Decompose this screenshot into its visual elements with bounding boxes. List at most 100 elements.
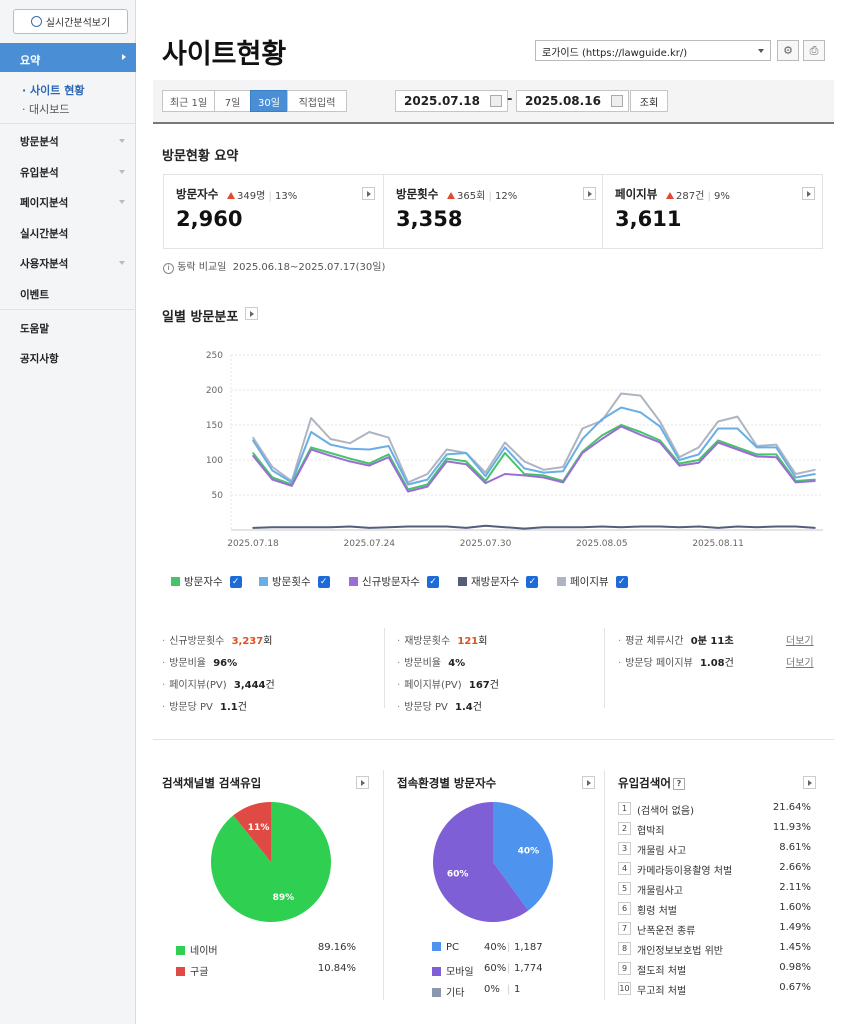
keyword-row[interactable]: 8 개인정보보호법 위반 1.45% [618, 940, 811, 960]
legend-item[interactable]: 신규방문자수 ✓ [349, 574, 439, 589]
keyword-row[interactable]: 3 개물림 사고 8.61% [618, 840, 811, 860]
summary-cards: 방문자수 349명 | 13% 2,960 방문횟수 365회 | 12% 3,… [163, 174, 823, 249]
data-point [814, 469, 816, 471]
more-link[interactable]: 더보기 [786, 654, 814, 669]
divider [383, 770, 384, 1000]
data-point [794, 481, 797, 484]
legend-checkbox[interactable]: ✓ [615, 575, 628, 588]
data-point [775, 446, 778, 449]
detail-arrow-button[interactable] [356, 776, 369, 789]
legend-item[interactable]: 페이지뷰 ✓ [557, 574, 628, 589]
sidebar-item-page-analysis[interactable]: 페이지분석 [20, 195, 68, 210]
legend-item[interactable]: 방문횟수 ✓ [259, 574, 330, 589]
chevron-down-icon [758, 49, 764, 53]
calendar-icon[interactable] [611, 95, 623, 107]
range-custom-button[interactable]: 직접입력 [287, 90, 347, 112]
start-date-input[interactable]: 2025.07.18 [395, 90, 508, 112]
detail-arrow-button[interactable] [582, 776, 595, 789]
end-date-input[interactable]: 2025.08.16 [516, 90, 629, 112]
keyword-row[interactable]: 5 개물림사고 2.11% [618, 880, 811, 900]
end-date-value: 2025.08.16 [525, 94, 601, 108]
keyword-row[interactable]: 2 협박죄 11.93% [618, 820, 811, 840]
detail-arrow-button[interactable] [802, 187, 815, 200]
search-channel-pie: 89% 11% [211, 802, 331, 922]
stat-value: 0분 11초 [690, 636, 734, 647]
calendar-icon[interactable] [490, 95, 502, 107]
sidebar-item-realtime-analysis[interactable]: 실시간분석 [20, 226, 68, 241]
legend-percent: 40% [484, 942, 507, 953]
x-tick-label: 2025.08.11 [692, 539, 744, 549]
legend-label: 네이버 [190, 946, 218, 957]
sidebar-item-notices[interactable]: 공지사항 [20, 351, 59, 366]
bullet: · [618, 658, 622, 669]
sidebar-sub-site-status[interactable]: · 사이트 현황 [22, 82, 84, 98]
data-point [620, 392, 623, 395]
keyword-row[interactable]: 9 절도죄 처벌 0.98% [618, 960, 811, 980]
data-point [407, 490, 409, 493]
data-point [310, 417, 312, 419]
keyword-percent: 0.98% [779, 962, 811, 973]
sidebar-item-user-analysis[interactable]: 사용자분석 [20, 256, 68, 271]
summary-title: 방문현황 요약 [162, 149, 239, 164]
sidebar-item-summary[interactable]: 요약 [0, 43, 136, 72]
bullet: · [397, 702, 401, 713]
site-select[interactable]: 로가이드 (https://lawguide.kr/) [535, 40, 771, 61]
detail-arrow-button[interactable] [245, 307, 258, 320]
keyword-row[interactable]: 6 횡령 처벌 1.60% [618, 900, 811, 920]
search-button[interactable]: 조회 [630, 90, 668, 112]
keyword-row[interactable]: 7 난폭운전 종류 1.49% [618, 920, 811, 940]
realtime-analysis-button[interactable]: 실시간분석보기 [13, 9, 128, 34]
x-tick-label: 2025.08.05 [576, 539, 628, 549]
more-link[interactable]: 더보기 [786, 632, 814, 647]
keyword-rank: 9 [618, 962, 631, 975]
legend-checkbox[interactable]: ✓ [229, 575, 242, 588]
detail-arrow-button[interactable] [803, 776, 816, 789]
data-point [349, 442, 351, 444]
data-point [271, 466, 274, 468]
legend-checkbox[interactable]: ✓ [317, 575, 330, 588]
sidebar-item-visit-analysis[interactable]: 방문분석 [20, 134, 59, 149]
detail-arrow-button[interactable] [583, 187, 596, 200]
print-button[interactable]: ⎙ [803, 40, 825, 61]
bullet: · [162, 636, 166, 647]
sidebar-item-events[interactable]: 이벤트 [20, 287, 49, 302]
data-point [368, 464, 371, 467]
data-point [678, 526, 681, 528]
y-tick-label: 250 [206, 351, 223, 361]
keyword-percent: 2.11% [779, 882, 811, 893]
sidebar-sub-dashboard[interactable]: · 대시보드 [22, 101, 69, 117]
legend-row: PC 40% | 1,187 [432, 942, 562, 953]
range-1day-button[interactable]: 최근 1일 [162, 90, 215, 112]
data-point [523, 467, 526, 470]
printer-icon: ⎙ [809, 43, 819, 57]
range-7days-button[interactable]: 7일 [214, 90, 251, 112]
card-label: 방문자수 [176, 187, 219, 201]
data-point [290, 526, 293, 528]
data-point [581, 526, 584, 528]
sidebar-item-help[interactable]: 도움말 [20, 321, 49, 336]
sidebar-item-label: 요약 [20, 54, 41, 67]
legend-item[interactable]: 방문자수 ✓ [171, 574, 242, 589]
legend-row: 기타 0% | 1 [432, 984, 562, 999]
data-point [523, 460, 526, 463]
data-point [736, 525, 739, 528]
help-icon[interactable]: ? [672, 778, 685, 790]
stat-item: · 방문당 PV 1.1건 [162, 698, 247, 713]
keyword-row[interactable]: 4 카메라등이용촬영 처벌 2.66% [618, 860, 811, 880]
keyword-row[interactable]: 1 (검색어 없음) 21.64% [618, 800, 811, 820]
data-point [736, 448, 739, 451]
sidebar-item-inflow-analysis[interactable]: 유입분석 [20, 165, 59, 180]
data-point [794, 525, 797, 528]
data-point [659, 525, 661, 528]
stat-label: 페이지뷰(PV) [169, 680, 227, 691]
detail-arrow-button[interactable] [362, 187, 375, 200]
data-point [407, 525, 409, 528]
settings-button[interactable]: ⚙ [777, 40, 799, 61]
legend-item[interactable]: 재방문자수 ✓ [458, 574, 539, 589]
legend-checkbox[interactable]: ✓ [426, 575, 439, 588]
data-point [368, 431, 371, 433]
legend-checkbox[interactable]: ✓ [526, 575, 539, 588]
keyword-row[interactable]: 10 무고죄 처벌 0.67% [618, 980, 811, 1000]
range-30days-button[interactable]: 30일 [250, 90, 288, 112]
legend-swatch [432, 942, 441, 951]
